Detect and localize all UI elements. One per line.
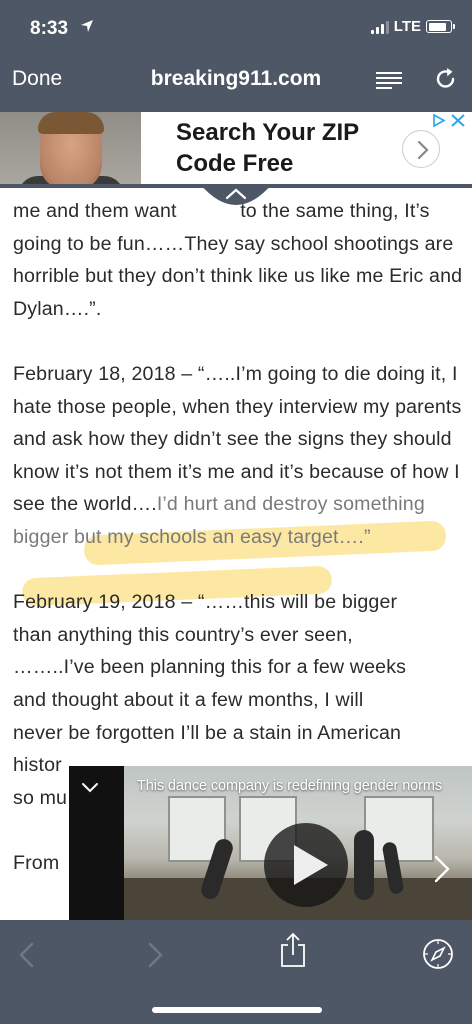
article-text: than anything this country’s ever seen,: [13, 623, 353, 646]
article-text: never be forgotten I’ll be a stain in Am…: [13, 721, 402, 744]
browser-top-bar: 8:33 LTE Done breaking911.com: [0, 0, 472, 112]
article-paragraph: me and them want to the same thing, It’s…: [13, 195, 463, 325]
article-text: to the same thing,: [240, 200, 399, 222]
article-text: February 19, 2018 – “……this will be bigg…: [13, 591, 398, 614]
ad-banner[interactable]: Search Your ZIP Code Free: [0, 112, 472, 186]
share-icon[interactable]: [279, 932, 307, 968]
video-title: This dance company is redefining gender …: [137, 778, 442, 794]
floating-video-player[interactable]: This dance company is redefining gender …: [69, 766, 472, 920]
ad-headline-line1: Search Your ZIP: [176, 119, 360, 146]
chevron-down-icon[interactable]: [81, 782, 99, 794]
article-text: so mu: [13, 786, 68, 809]
status-time: 8:33: [30, 18, 69, 39]
ad-photo: [0, 112, 141, 185]
chevron-right-icon[interactable]: [432, 854, 452, 884]
play-button[interactable]: [264, 823, 348, 907]
article-text: From: [13, 851, 60, 874]
network-type: LTE: [393, 18, 421, 35]
chevron-right-icon: [417, 140, 429, 160]
reader-menu-icon[interactable]: [376, 71, 402, 89]
home-indicator[interactable]: [152, 1007, 322, 1013]
play-icon: [294, 845, 328, 885]
ad-headline-line2: Code Free: [176, 150, 294, 177]
article-paragraph: February 18, 2018 – “…..I’m going to die…: [13, 358, 463, 554]
article-text: me and them want: [13, 200, 183, 222]
compass-icon[interactable]: [422, 938, 454, 970]
article-text: histor: [13, 754, 62, 777]
article-text: and thought about it a few months, I wil…: [13, 688, 364, 711]
ad-headline[interactable]: Search Your ZIP Code Free: [176, 117, 359, 179]
battery-level: [428, 22, 447, 31]
location-arrow-icon: [81, 20, 93, 32]
signal-strength-icon: [370, 20, 389, 34]
back-arrow-icon[interactable]: [18, 942, 36, 968]
battery-icon: [426, 20, 455, 33]
adchoices-icon[interactable]: [430, 113, 468, 128]
forward-arrow-icon[interactable]: [146, 942, 164, 968]
refresh-icon[interactable]: [434, 67, 458, 91]
ad-open-button[interactable]: [402, 130, 440, 168]
done-button[interactable]: Done: [12, 67, 62, 91]
article-text: ……..I’ve been planning this for a few we…: [13, 656, 407, 679]
status-indicators: LTE: [370, 18, 455, 35]
